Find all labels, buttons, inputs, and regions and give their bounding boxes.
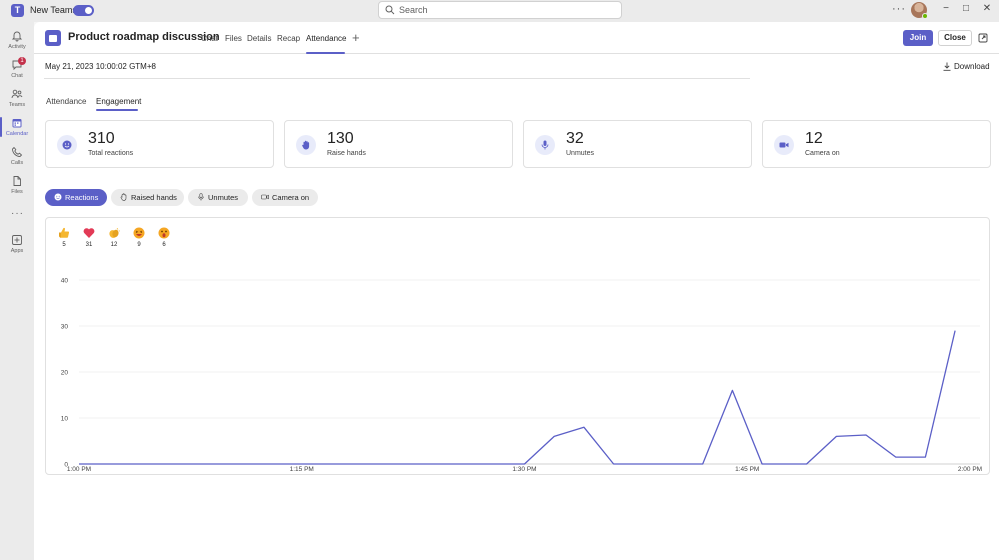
active-tab-indicator bbox=[306, 52, 345, 54]
rail-item-label: Chat bbox=[11, 73, 23, 79]
stat-label: Raise hands bbox=[327, 150, 366, 157]
tab-details[interactable]: Details bbox=[247, 34, 271, 43]
microphone-icon bbox=[198, 193, 204, 201]
chat-unread-badge: 1 bbox=[18, 57, 26, 65]
rail-item-calendar[interactable]: Calendar bbox=[0, 115, 34, 141]
stat-label: Unmutes bbox=[566, 150, 595, 157]
join-button[interactable]: Join bbox=[903, 30, 933, 46]
smiley-icon bbox=[54, 193, 62, 201]
filter-reactions[interactable]: Reactions bbox=[45, 189, 107, 206]
x-tick-label: 1:00 PM bbox=[67, 466, 91, 473]
microphone-icon bbox=[535, 135, 555, 155]
chevron-down-icon[interactable]: ⌵ bbox=[148, 62, 153, 70]
stat-value: 310 bbox=[88, 130, 115, 147]
filter-label: Raised hands bbox=[131, 193, 177, 202]
meeting-header: Product roadmap discussion Chat Files De… bbox=[34, 22, 999, 54]
rail-item-teams[interactable]: Teams bbox=[0, 86, 34, 112]
rail-item-apps[interactable]: Apps bbox=[0, 232, 34, 258]
filter-label: Reactions bbox=[65, 193, 99, 202]
rail-item-label: Calls bbox=[10, 160, 24, 166]
reactions-line-chart: 4030201001:00 PM 1:15 PM 1:30 PM 1:45 PM 2:0… bbox=[61, 278, 982, 474]
rail-item-label: Teams bbox=[8, 102, 26, 108]
close-window-button[interactable]: ✕ bbox=[980, 3, 994, 14]
stat-value: 12 bbox=[805, 130, 823, 147]
maximize-button[interactable]: □ bbox=[959, 3, 973, 14]
download-button[interactable]: Download bbox=[954, 62, 990, 71]
y-tick-label: 20 bbox=[61, 370, 69, 377]
more-apps-button[interactable]: ··· bbox=[11, 208, 24, 219]
x-tick-label: 1:30 PM bbox=[512, 466, 536, 473]
tab-chat[interactable]: Chat bbox=[201, 34, 218, 43]
report-date-selector[interactable]: May 21, 2023 10:00:02 GTM+8 bbox=[45, 62, 156, 71]
y-tick-label: 30 bbox=[61, 324, 69, 331]
more-options-button[interactable]: ··· bbox=[892, 3, 906, 15]
subtab-attendance[interactable]: Attendance bbox=[46, 97, 86, 106]
rail-item-chat[interactable]: 1 Chat bbox=[0, 57, 34, 83]
stat-card-camera-on: 12 Camera on bbox=[762, 120, 991, 168]
rail-item-label: Activity bbox=[8, 44, 26, 50]
hand-icon bbox=[296, 135, 316, 155]
tab-attendance[interactable]: Attendance bbox=[306, 34, 346, 43]
subtab-engagement[interactable]: Engagement bbox=[96, 97, 141, 106]
add-tab-button[interactable]: + bbox=[352, 30, 360, 45]
stat-value: 32 bbox=[566, 130, 584, 147]
hand-icon bbox=[120, 193, 127, 201]
app-name: New Teams bbox=[30, 5, 77, 15]
bell-icon bbox=[11, 31, 23, 42]
stat-label: Total reactions bbox=[88, 150, 134, 157]
reactions-series-line bbox=[79, 330, 956, 465]
rail-item-label: Files bbox=[11, 189, 23, 195]
download-icon[interactable] bbox=[943, 62, 951, 71]
y-tick-label: 10 bbox=[61, 416, 69, 423]
filter-camera-on[interactable]: Camera on bbox=[252, 189, 318, 206]
new-teams-toggle[interactable] bbox=[73, 5, 94, 16]
phone-icon bbox=[12, 146, 23, 157]
x-tick-label: 2:00 PM bbox=[958, 466, 982, 473]
divider bbox=[44, 78, 750, 79]
tab-recap[interactable]: Recap bbox=[277, 34, 300, 43]
file-icon bbox=[13, 176, 21, 186]
engagement-chart-panel: 5 31 12 9 6 40 30 20 10 0 1:00 PM 1:15 PM 1:30 … bbox=[45, 217, 990, 475]
x-tick-label: 1:45 PM bbox=[735, 466, 759, 473]
video-camera-icon bbox=[774, 135, 794, 155]
rail-item-activity[interactable]: Activity bbox=[0, 28, 34, 54]
rail-item-files[interactable]: Files bbox=[0, 173, 34, 199]
pop-out-icon[interactable] bbox=[978, 33, 988, 43]
y-tick-label: 40 bbox=[61, 278, 69, 285]
stat-card-raise-hands: 130 Raise hands bbox=[284, 120, 513, 168]
meeting-calendar-icon bbox=[45, 30, 61, 46]
teams-logo-icon: T bbox=[11, 4, 24, 17]
search-icon bbox=[385, 5, 395, 15]
close-button[interactable]: Close bbox=[938, 30, 972, 46]
page-title: Product roadmap discussion bbox=[68, 31, 220, 43]
tab-files[interactable]: Files bbox=[225, 34, 242, 43]
main-content: Product roadmap discussion Chat Files De… bbox=[34, 22, 999, 560]
filter-label: Unmutes bbox=[208, 193, 239, 202]
title-bar: T New Teams ··· − □ ✕ bbox=[0, 0, 999, 22]
stat-card-reactions: 310 Total reactions bbox=[45, 120, 274, 168]
presence-status-icon bbox=[922, 13, 928, 19]
stat-card-unmutes: 32 Unmutes bbox=[523, 120, 752, 168]
rail-item-calls[interactable]: Calls bbox=[0, 144, 34, 170]
smiley-icon bbox=[57, 135, 77, 155]
teams-icon bbox=[11, 89, 23, 99]
search-input[interactable] bbox=[399, 4, 614, 16]
filter-label: Camera on bbox=[272, 193, 310, 202]
rail-item-label: Apps bbox=[10, 248, 24, 254]
stat-value: 130 bbox=[327, 130, 354, 147]
x-tick-label: 1:15 PM bbox=[290, 466, 314, 473]
filter-unmutes[interactable]: Unmutes bbox=[188, 189, 248, 206]
filter-raised-hands[interactable]: Raised hands bbox=[111, 189, 184, 206]
rail-item-label: Calendar bbox=[5, 131, 29, 137]
video-camera-icon bbox=[261, 194, 269, 200]
apps-icon bbox=[12, 235, 22, 245]
calendar-icon bbox=[12, 119, 22, 128]
active-subtab-indicator bbox=[96, 109, 138, 111]
app-rail: Activity 1 Chat Teams Calendar Calls Fil… bbox=[0, 22, 34, 560]
stat-label: Camera on bbox=[805, 150, 840, 157]
search-box[interactable] bbox=[378, 1, 622, 19]
minimize-button[interactable]: − bbox=[939, 3, 953, 14]
